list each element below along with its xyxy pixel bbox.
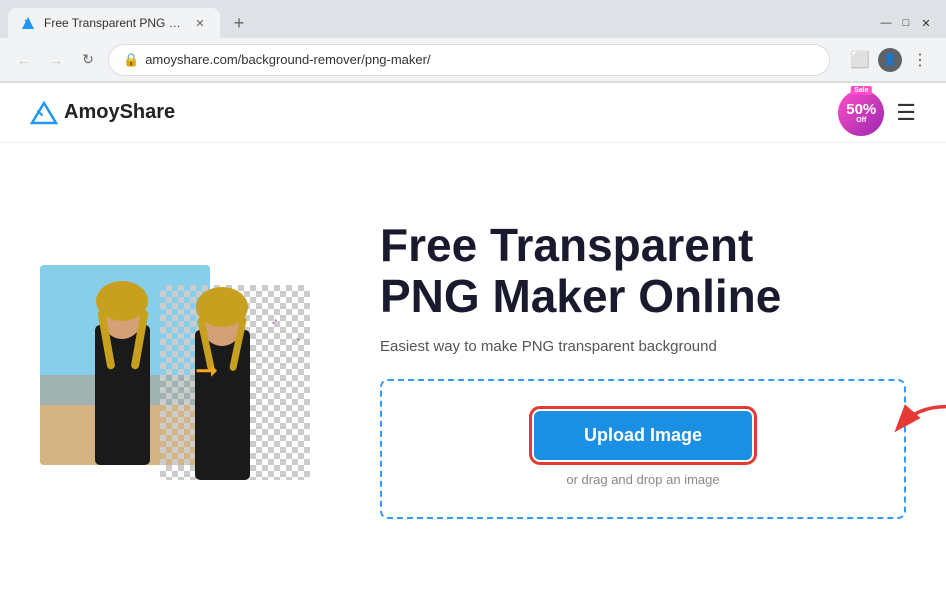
website-content: AmoyShare Sale 50% Off ☰ [0, 83, 946, 596]
upload-zone: Upload Image or drag and drop an image [380, 379, 906, 519]
new-tab-button[interactable]: + [224, 8, 254, 38]
demo-after-image [160, 285, 310, 480]
close-button[interactable]: ✕ [918, 15, 934, 31]
url-text: amoyshare.com/background-remover/png-mak… [145, 52, 430, 67]
reload-button[interactable]: ↻ [76, 48, 100, 72]
drag-drop-text: or drag and drop an image [566, 472, 719, 487]
window-controls: — □ ✕ [878, 15, 938, 31]
minimize-button[interactable]: — [878, 15, 894, 31]
sale-percent: 50% [846, 102, 876, 117]
active-tab[interactable]: Free Transparent PNG Maker - ✕ [8, 8, 220, 38]
right-content: Free Transparent PNG Maker Online Easies… [380, 220, 906, 518]
address-input[interactable]: 🔒 amoyshare.com/background-remover/png-m… [108, 44, 830, 76]
profile-button[interactable]: 👤 [878, 48, 902, 72]
demo-arrow: ➞ [195, 353, 218, 386]
upload-image-button[interactable]: Upload Image [534, 411, 752, 460]
menu-button[interactable]: ⋮ [906, 46, 934, 74]
after-svg [160, 285, 310, 480]
maximize-button[interactable]: □ [898, 15, 914, 31]
main-title: Free Transparent PNG Maker Online [380, 220, 906, 321]
sale-label-top: Sale [851, 86, 871, 95]
checker-background [160, 285, 310, 480]
main-content: ➞ ✦ ✦ [0, 143, 946, 596]
forward-button[interactable]: → [44, 48, 68, 72]
browser-chrome: Free Transparent PNG Maker - ✕ + — □ ✕ ←… [0, 0, 946, 83]
lock-icon: 🔒 [123, 52, 139, 68]
tab-title: Free Transparent PNG Maker - [44, 16, 184, 30]
extensions-button[interactable]: ⬜ [846, 46, 874, 74]
browser-actions: ⬜ 👤 ⋮ [846, 46, 934, 74]
sale-off-label: Off [856, 117, 866, 124]
image-demo: ➞ ✦ ✦ [40, 255, 320, 485]
nav-actions: Sale 50% Off ☰ [838, 90, 916, 136]
back-button[interactable]: ← [12, 48, 36, 72]
site-navbar: AmoyShare Sale 50% Off ☰ [0, 83, 946, 143]
site-logo[interactable]: AmoyShare [30, 99, 175, 127]
logo-icon [30, 99, 58, 127]
hamburger-menu[interactable]: ☰ [896, 100, 916, 126]
tab-close-button[interactable]: ✕ [192, 15, 208, 31]
logo-text: AmoyShare [64, 101, 175, 124]
tab-favicon [20, 15, 36, 31]
profile-icon: 👤 [883, 53, 897, 66]
subtitle: Easiest way to make PNG transparent back… [380, 338, 906, 355]
address-bar: ← → ↻ 🔒 amoyshare.com/background-remover… [0, 38, 946, 82]
tab-bar: Free Transparent PNG Maker - ✕ + — □ ✕ [0, 0, 946, 38]
title-line2: PNG Maker Online [380, 270, 781, 322]
title-line1: Free Transparent [380, 219, 753, 271]
sale-badge[interactable]: Sale 50% Off [838, 90, 884, 136]
red-arrow-annotation [889, 399, 946, 449]
